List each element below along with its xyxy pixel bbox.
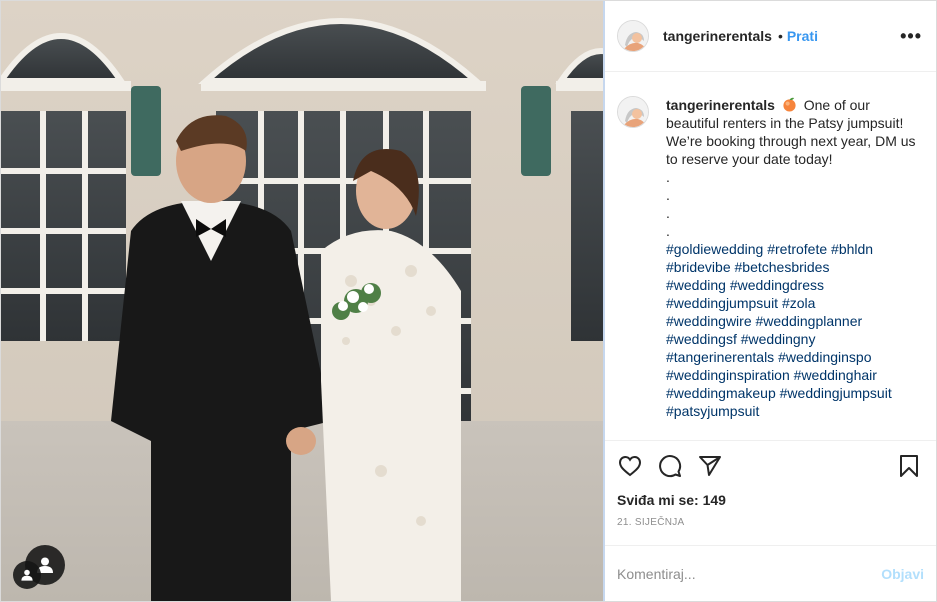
hashtag-link[interactable]: #weddingjumpsuit — [780, 385, 892, 401]
post-photo[interactable] — [1, 1, 603, 601]
hashtag-link[interactable]: #betchesbrides — [735, 259, 830, 275]
caption-dot-2: . — [666, 187, 670, 203]
comment-icon — [659, 454, 682, 477]
caption-dot-3: . — [666, 205, 670, 221]
hashtag-link[interactable]: #weddinginspo — [778, 349, 871, 365]
share-icon — [699, 455, 721, 476]
caption-section: tangerinerentals One of our beautiful re… — [605, 72, 936, 440]
instagram-post: tangerinerentals • Prati ••• tangerinere… — [0, 0, 937, 602]
avatar-illustration-icon — [618, 97, 648, 127]
comment-input[interactable] — [617, 565, 882, 582]
hashtag-link[interactable]: #weddingjumpsuit — [666, 295, 778, 311]
post-comment-button[interactable]: Objavi — [881, 566, 924, 582]
avatar-illustration-icon — [618, 21, 648, 51]
caption-dot-4: . — [666, 223, 670, 239]
wedding-couple-image — [1, 1, 603, 601]
hashtag-link[interactable]: #weddingmakeup — [666, 385, 776, 401]
like-count[interactable]: Sviđa mi se: 149 — [605, 490, 936, 512]
follow-button[interactable]: Prati — [787, 28, 818, 44]
avatar[interactable] — [617, 20, 649, 52]
post-header: tangerinerentals • Prati ••• — [605, 1, 936, 72]
peach-emoji-icon — [783, 97, 796, 112]
hashtag-link[interactable]: #bridevibe — [666, 259, 731, 275]
tagged-user-button[interactable] — [13, 561, 41, 589]
hashtag-link[interactable]: #patsyjumpsuit — [666, 403, 759, 419]
hashtag-link[interactable]: #weddinghair — [794, 367, 877, 383]
hashtag-link[interactable]: #tangerinerentals — [666, 349, 774, 365]
caption-avatar[interactable] — [617, 96, 649, 128]
more-options-button[interactable]: ••• — [900, 26, 922, 47]
caption-username[interactable]: tangerinerentals — [666, 97, 775, 113]
like-button[interactable] — [617, 453, 643, 479]
header-separator: • — [777, 28, 783, 44]
hashtag-link[interactable]: #weddingwire — [666, 313, 752, 329]
hashtag-link[interactable]: #wedding — [666, 277, 726, 293]
hashtag-link[interactable]: #zola — [782, 295, 815, 311]
hashtag-link[interactable]: #weddinginspiration — [666, 367, 790, 383]
hashtag-list: #goldiewedding #retrofete #bhldn #bridev… — [666, 240, 916, 420]
hashtag-link[interactable]: #bhldn — [831, 241, 873, 257]
person-icon — [21, 569, 33, 581]
hashtag-link[interactable]: #goldiewedding — [666, 241, 763, 257]
hashtag-link[interactable]: #weddingdress — [730, 277, 824, 293]
post-side-panel: tangerinerentals • Prati ••• tangerinere… — [603, 1, 936, 601]
header-username[interactable]: tangerinerentals — [663, 28, 772, 44]
bookmark-icon — [900, 454, 918, 477]
hashtag-link[interactable]: #weddingplanner — [756, 313, 863, 329]
comment-box: Objavi — [605, 545, 936, 601]
hashtag-link[interactable]: #weddingny — [741, 331, 816, 347]
share-button[interactable] — [697, 453, 723, 479]
hashtag-link[interactable]: #retrofete — [767, 241, 827, 257]
caption-text: tangerinerentals One of our beautiful re… — [666, 96, 916, 428]
post-date[interactable]: 21. SIJEČNJA — [605, 512, 936, 534]
save-button[interactable] — [896, 453, 922, 479]
hashtag-link[interactable]: #weddingsf — [666, 331, 737, 347]
action-bar — [605, 440, 936, 490]
heart-icon — [618, 455, 642, 476]
comment-button[interactable] — [657, 453, 683, 479]
caption-dot-1: . — [666, 169, 670, 185]
